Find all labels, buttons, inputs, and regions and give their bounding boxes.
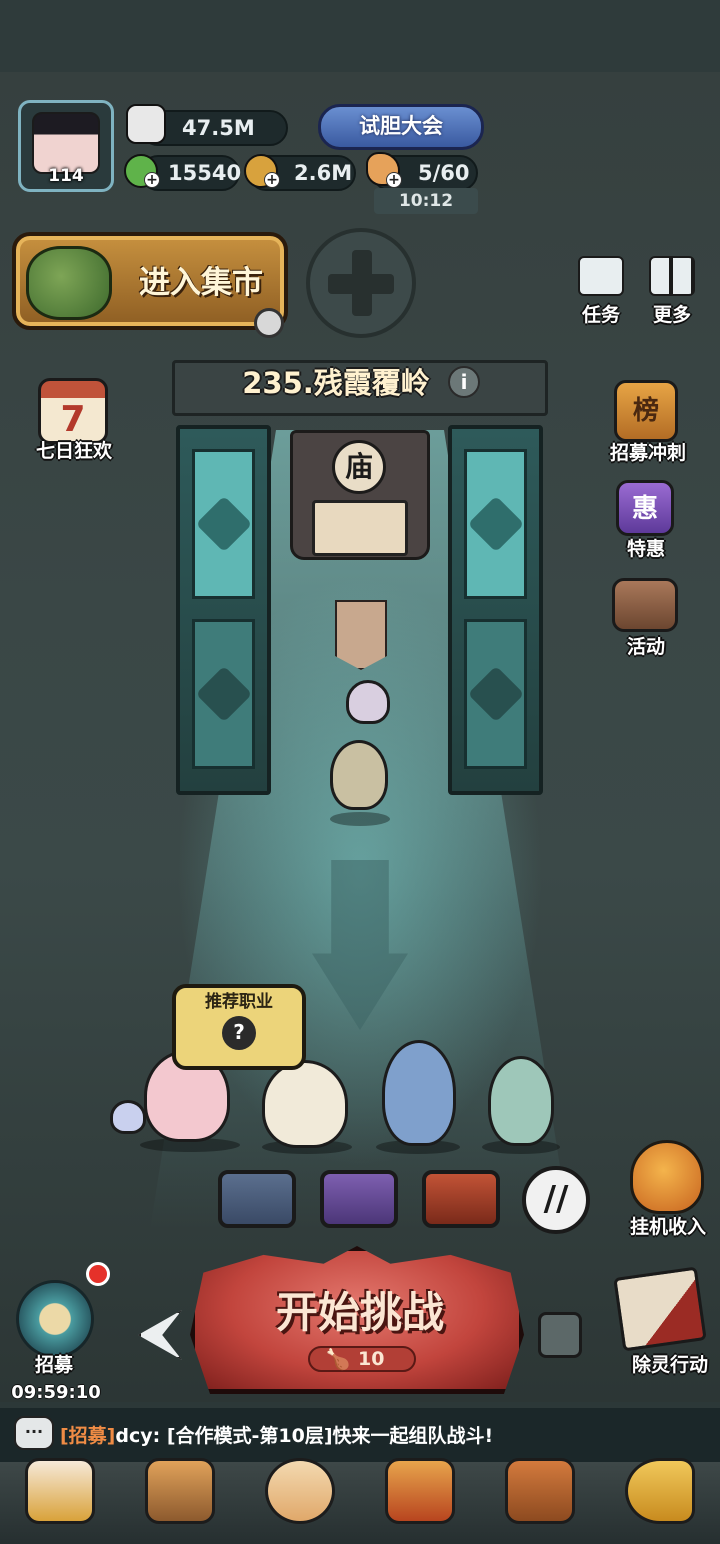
rank-icon[interactable]: 榜: [614, 380, 678, 442]
enemy-jester: [346, 680, 390, 724]
shrine-sign: 庙: [332, 440, 386, 494]
hero-moon-scholar[interactable]: [382, 1040, 456, 1146]
start-challenge-label: 开始挑战: [275, 1288, 444, 1337]
jade-value: 15540: [168, 161, 242, 185]
coin-value: 2.6M: [294, 161, 353, 185]
right-door: [448, 425, 543, 795]
lucky-cat-icon: [25, 1458, 95, 1524]
add-jade-button[interactable]: +: [144, 172, 160, 188]
seven-day-label[interactable]: 七日狂欢: [26, 436, 122, 463]
special-offer-label[interactable]: 特惠: [600, 534, 692, 561]
hero-ghost-girl[interactable]: [488, 1056, 554, 1146]
nav-adventure[interactable]: [372, 1458, 468, 1544]
scroll-icon: [578, 256, 624, 296]
hero-pet: [110, 1100, 146, 1134]
enemy-ghost: [330, 740, 388, 810]
nav-scroll[interactable]: [132, 1458, 228, 1544]
deal-icon[interactable]: 惠: [616, 480, 674, 536]
treasure-chest-icon[interactable]: [612, 578, 678, 632]
nav-trumpet[interactable]: [612, 1458, 708, 1544]
nav-tv[interactable]: [492, 1458, 588, 1544]
player-level: 114: [48, 166, 84, 186]
role-hint-icon: ?: [222, 1016, 256, 1050]
exorcise-label[interactable]: 除灵行动: [620, 1350, 720, 1377]
add-stamina-button[interactable]: +: [386, 172, 402, 188]
stamina-timer: 10:12: [374, 188, 478, 214]
chat-message[interactable]: [招募]dcy: [合作模式-第10层]快来一起组队战斗!: [60, 1420, 710, 1452]
doll-icon: [265, 1458, 335, 1524]
tasks-label: 任务: [581, 304, 620, 326]
notification-dot: [86, 1262, 110, 1286]
status-bar-area: [0, 0, 720, 72]
speed-toggle-button[interactable]: //: [522, 1166, 590, 1234]
enemy-shadow: [330, 812, 390, 826]
market-coin-icon: [254, 308, 284, 338]
add-coin-button[interactable]: +: [264, 172, 280, 188]
stage-info-icon[interactable]: i: [448, 366, 480, 398]
gourd-icon[interactable]: [630, 1140, 704, 1214]
chat-bubble-icon[interactable]: ···: [14, 1416, 54, 1450]
nav-hero[interactable]: [252, 1458, 348, 1544]
next-stage-locked-icon[interactable]: [538, 1312, 582, 1358]
more-label: 更多: [652, 304, 691, 326]
idle-income-label[interactable]: 挂机收入: [618, 1212, 718, 1239]
stage-title: 235.残霞覆岭: [242, 366, 430, 400]
shrine-banner: [335, 600, 387, 670]
drumstick-icon: 🍗: [325, 1347, 351, 1371]
talisman-icon: [385, 1458, 455, 1524]
nav-shop[interactable]: [12, 1458, 108, 1544]
scroll-bundle-icon: [145, 1458, 215, 1524]
trumpet-icon: [625, 1458, 695, 1524]
hero-sage[interactable]: [262, 1060, 348, 1148]
grid-icon: [649, 256, 695, 296]
left-door: [176, 425, 271, 795]
chat-tag: [招募]: [60, 1425, 116, 1447]
enter-market-label: 进入集市: [139, 265, 263, 301]
chest-fire[interactable]: [422, 1170, 500, 1228]
power-value: 47.5M: [182, 116, 255, 140]
more-button[interactable]: 更多: [645, 256, 699, 327]
heal-cross-icon[interactable]: [306, 228, 416, 338]
challenge-cost-value: 10: [358, 1348, 385, 1370]
recommend-role-title: 推荐职业: [205, 992, 273, 1012]
television-icon: [505, 1458, 575, 1524]
recruit-label[interactable]: 招募: [6, 1350, 102, 1377]
stamina-value: 5/60: [418, 161, 470, 185]
event-banner-button[interactable]: 试胆大会: [318, 104, 484, 150]
market-mask-icon: [26, 246, 112, 320]
chat-message-text: dcy: [合作模式-第10层]快来一起组队战斗!: [115, 1425, 494, 1447]
chest-purple[interactable]: [320, 1170, 398, 1228]
shrine-deity-portrait: [312, 500, 408, 556]
player-avatar[interactable]: [32, 112, 100, 174]
recruit-timer: 09:59:10: [11, 1382, 101, 1403]
recruit-sprint-label[interactable]: 招募冲刺: [600, 438, 696, 465]
tasks-button[interactable]: 任务: [574, 256, 628, 327]
chest-blue[interactable]: [218, 1170, 296, 1228]
recruit-scroll-icon[interactable]: [16, 1280, 94, 1358]
fist-icon: [126, 104, 166, 144]
exorcise-card-icon[interactable]: [613, 1266, 707, 1352]
activity-label[interactable]: 活动: [600, 632, 692, 659]
